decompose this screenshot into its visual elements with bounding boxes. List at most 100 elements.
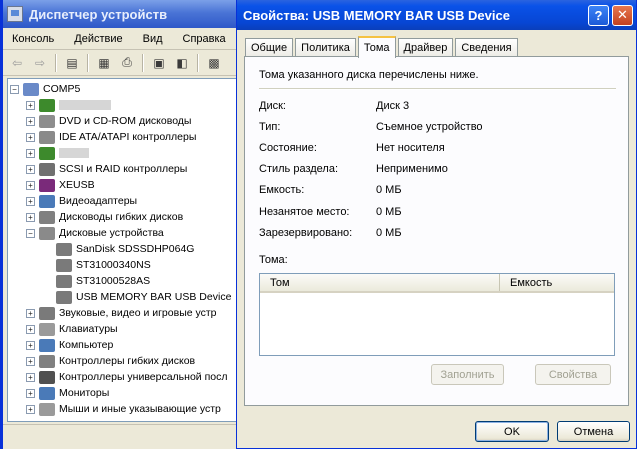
tree-category-item[interactable]: + Звуковые, видео и игровые устр — [26, 305, 217, 321]
cancel-button[interactable]: Отмена — [557, 421, 630, 442]
ok-button[interactable]: OK — [475, 421, 549, 442]
tree-device-item[interactable]: SanDisk SDSSDHP064G — [56, 241, 194, 257]
property-value: 0 МБ — [376, 206, 402, 218]
populate-button[interactable]: Заполнить — [431, 364, 504, 385]
expand-icon[interactable]: + — [26, 324, 35, 334]
column-header-capacity[interactable]: Емкость — [500, 274, 614, 291]
tree-category-item[interactable]: + Клавиатуры — [26, 321, 118, 337]
volumes-list[interactable]: Том Емкость — [259, 273, 615, 356]
tab-volumes[interactable]: Тома — [357, 36, 396, 58]
property-label: Состояние: — [259, 142, 317, 154]
property-label: Незанятое место: — [259, 206, 350, 218]
tree-category-item[interactable]: + XEUSB — [26, 177, 95, 193]
toolbar-separator — [142, 53, 144, 72]
property-value: Неприменимо — [376, 163, 448, 175]
menu-view[interactable]: Вид — [134, 33, 174, 45]
tab-general[interactable]: Общие — [245, 38, 294, 57]
tree-device-item[interactable]: ST31000528AS — [56, 273, 150, 289]
tree-category-item[interactable]: − Дисковые устройства — [26, 225, 164, 241]
property-label: Емкость: — [259, 184, 305, 196]
print-icon[interactable]: ⎙ — [117, 54, 137, 72]
tree-category-item[interactable]: + Контроллеры гибких дисков — [26, 353, 195, 369]
tree-device-item[interactable]: ST31000340NS — [56, 257, 151, 273]
forward-arrow-icon[interactable]: ⇨ — [30, 54, 50, 72]
computer-icon — [23, 82, 39, 96]
menu-bar: Консоль Действие Вид Справка — [3, 28, 240, 50]
view-icon[interactable]: ◧ — [172, 54, 192, 72]
tree-category-item[interactable]: + Мыши и иные указывающие устр — [26, 401, 221, 417]
tree-category-item[interactable]: + — [26, 97, 111, 113]
column-header-volume[interactable]: Том — [260, 274, 500, 291]
device-manager-title: Диспетчер устройств — [29, 6, 168, 22]
expand-icon[interactable]: + — [26, 356, 35, 366]
tree-item-label: Дисковые устройства — [59, 227, 164, 239]
close-button[interactable]: ✕ — [612, 4, 633, 26]
property-label: Стиль раздела: — [259, 163, 339, 175]
device-tree[interactable]: − COMP5 + + DVD и CD-ROM дисководы + IDE ATA… — [7, 78, 240, 422]
tree-category-item[interactable]: + Компьютер — [26, 337, 113, 353]
expand-icon[interactable]: + — [26, 340, 35, 350]
tree-item-label — [59, 148, 89, 158]
help-book-icon[interactable]: ▣ — [149, 54, 169, 72]
gpu-board-icon — [39, 98, 55, 112]
expand-icon[interactable]: + — [26, 100, 35, 110]
properties-icon[interactable]: ▦ — [94, 54, 114, 72]
computer-icon — [39, 338, 55, 352]
collapse-icon[interactable]: − — [26, 228, 35, 238]
help-button[interactable]: ? — [588, 4, 609, 26]
tree-item-label: DVD и CD-ROM дисководы — [59, 115, 192, 127]
expand-icon[interactable]: + — [26, 148, 35, 158]
expand-icon[interactable]: + — [26, 196, 35, 206]
tree-item-label: Клавиатуры — [59, 323, 118, 335]
tree-category-item[interactable]: + Контроллеры универсальной посл — [26, 369, 227, 385]
expand-icon[interactable]: + — [26, 132, 35, 142]
volume-properties-button[interactable]: Свойства — [535, 364, 611, 385]
monitor-icon — [39, 386, 55, 400]
display-adapter-icon — [39, 194, 55, 208]
collapse-icon[interactable]: − — [10, 84, 19, 94]
expand-icon[interactable]: + — [26, 164, 35, 174]
tree-category-item[interactable]: + Мониторы — [26, 385, 109, 401]
tree-item-label: Звуковые, видео и игровые устр — [59, 307, 217, 319]
back-arrow-icon[interactable]: ⇦ — [7, 54, 27, 72]
property-value: 0 МБ — [376, 227, 402, 239]
tree-category-item[interactable]: + IDE ATA/ATAPI контроллеры — [26, 129, 196, 145]
menu-help[interactable]: Справка — [174, 33, 237, 45]
status-bar — [3, 424, 240, 449]
tab-strip: Общие Политика Тома Драйвер Сведения — [245, 36, 520, 58]
show-hide-tree-icon[interactable]: ▤ — [62, 54, 82, 72]
tab-driver[interactable]: Драйвер — [397, 38, 454, 57]
tree-category-item[interactable]: + — [26, 145, 89, 161]
tab-details[interactable]: Сведения — [455, 38, 518, 57]
scsi-icon — [39, 162, 55, 176]
tree-category-item[interactable]: + DVD и CD-ROM дисководы — [26, 113, 191, 129]
usb-icon — [39, 178, 55, 192]
expand-icon[interactable]: + — [26, 388, 35, 398]
device-manager-titlebar[interactable]: Диспетчер устройств — [3, 0, 240, 28]
expand-icon[interactable]: + — [26, 180, 35, 190]
tree-device-item[interactable]: USB MEMORY BAR USB Device — [56, 289, 231, 305]
tree-item-label — [59, 100, 111, 110]
expand-icon[interactable]: + — [26, 308, 35, 318]
menu-action[interactable]: Действие — [65, 33, 133, 45]
board-icon — [39, 146, 55, 160]
menu-console[interactable]: Консоль — [3, 33, 65, 45]
scan-hardware-icon[interactable]: ▩ — [204, 54, 224, 72]
expand-icon[interactable]: + — [26, 404, 35, 414]
tree-root[interactable]: − COMP5 — [10, 81, 80, 97]
property-value: Съемное устройство — [376, 121, 483, 133]
tree-category-item[interactable]: + SCSI и RAID контроллеры — [26, 161, 187, 177]
tree-category-item[interactable]: + Дисководы гибких дисков — [26, 209, 183, 225]
tree-root-label: COMP5 — [43, 83, 81, 95]
tab-policy[interactable]: Политика — [295, 38, 356, 57]
expand-icon[interactable]: + — [26, 212, 35, 222]
tree-item-label: Компьютер — [59, 339, 114, 351]
tree-item-label: ST31000528AS — [76, 275, 151, 287]
tree-category-item[interactable]: + Видеоадаптеры — [26, 193, 137, 209]
tree-item-label: SanDisk SDSSDHP064G — [76, 243, 195, 255]
expand-icon[interactable]: + — [26, 372, 35, 382]
divider — [259, 88, 616, 90]
expand-icon[interactable]: + — [26, 116, 35, 126]
dialog-titlebar[interactable]: Свойства: USB MEMORY BAR USB Device ? ✕ — [237, 0, 636, 30]
device-manager-icon — [7, 6, 23, 22]
